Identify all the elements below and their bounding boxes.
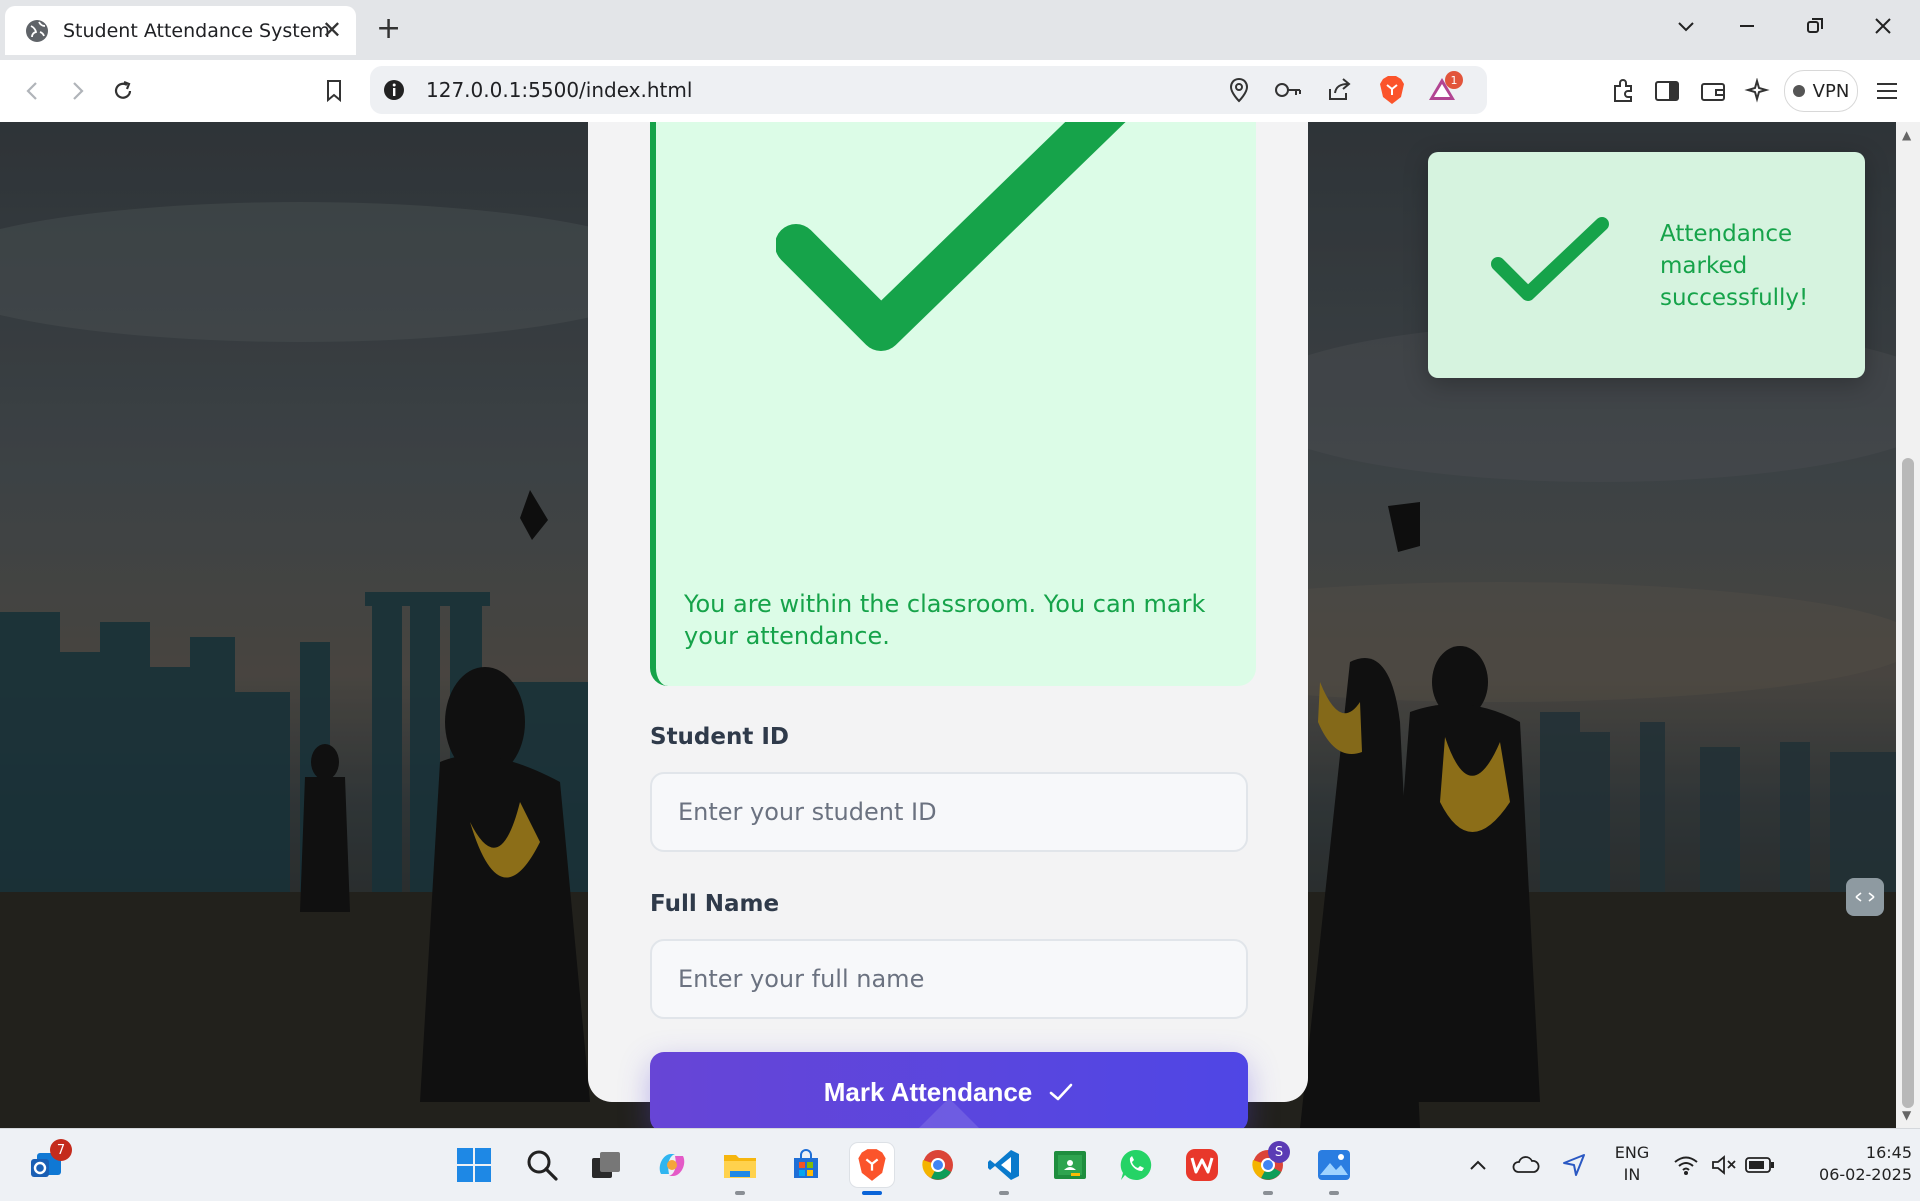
tab-search-chevron-icon[interactable] <box>1676 12 1696 48</box>
wps-office-icon[interactable] <box>1180 1143 1224 1187</box>
mark-attendance-button[interactable]: Mark Attendance <box>650 1052 1248 1128</box>
outlook-taskbar-icon[interactable]: 7 <box>24 1139 72 1187</box>
chevrons-icon <box>1855 892 1875 902</box>
running-indicator <box>735 1191 745 1195</box>
sidebar-toggle-icon[interactable] <box>1650 74 1684 108</box>
mark-attendance-label: Mark Attendance <box>823 1076 1033 1107</box>
tab-student-attendance[interactable]: Student Attendance System ✕ <box>5 6 356 55</box>
task-view-icon[interactable] <box>584 1143 628 1187</box>
address-bar[interactable]: 127.0.0.1:5500/index.html 1 <box>370 66 1487 114</box>
page-scrollbar[interactable]: ▲ ▼ <box>1896 122 1920 1128</box>
active-indicator <box>862 1191 882 1195</box>
rewards-badge: 1 <box>1445 71 1463 89</box>
full-name-label: Full Name <box>650 891 780 917</box>
brave-shields-icon[interactable] <box>1379 75 1405 109</box>
clock-time: 16:45 <box>1865 1143 1912 1162</box>
google-classroom-icon[interactable] <box>1048 1143 1092 1187</box>
chrome-profile-taskbar-icon[interactable]: S <box>1246 1141 1290 1195</box>
close-window-icon[interactable] <box>1873 12 1893 48</box>
browser-toolbar: 127.0.0.1:5500/index.html 1 VPN <box>0 60 1920 123</box>
browser-tab-strip: Student Attendance System ✕ + <box>0 0 1920 60</box>
key-icon[interactable] <box>1274 79 1302 105</box>
file-explorer-icon[interactable] <box>718 1143 762 1195</box>
attendance-card: You are within the classroom. You can ma… <box>588 122 1308 1128</box>
student-id-input[interactable] <box>650 772 1248 852</box>
location-success-alert: You are within the classroom. You can ma… <box>650 122 1256 686</box>
clock[interactable]: 16:45 06-02-2025 <box>1786 1142 1912 1186</box>
close-tab-icon[interactable]: ✕ <box>322 16 342 44</box>
back-icon[interactable] <box>16 74 50 108</box>
tab-title: Student Attendance System <box>63 20 330 42</box>
language-indicator[interactable]: ENG IN <box>1604 1142 1660 1186</box>
outlook-badge: 7 <box>50 1139 72 1161</box>
minimize-icon[interactable] <box>1737 12 1757 48</box>
clock-date: 06-02-2025 <box>1819 1165 1912 1184</box>
running-indicator <box>1263 1191 1273 1195</box>
start-button[interactable] <box>452 1143 496 1187</box>
location-pin-icon[interactable] <box>1228 77 1250 107</box>
full-name-input[interactable] <box>650 939 1248 1019</box>
reload-icon[interactable] <box>106 74 140 108</box>
restore-icon[interactable] <box>1805 12 1825 48</box>
copilot-icon[interactable] <box>650 1143 694 1187</box>
menu-icon[interactable] <box>1870 74 1904 108</box>
floating-widget-button[interactable] <box>1846 878 1884 916</box>
bookmark-icon[interactable] <box>317 74 351 108</box>
windows-taskbar: 7 S ENG IN 16:45 06-02-2025 <box>0 1128 1920 1201</box>
checkmark-icon <box>1491 217 1609 301</box>
globe-icon <box>26 20 48 42</box>
scroll-up-icon[interactable]: ▲ <box>1902 128 1911 142</box>
new-tab-icon[interactable]: + <box>376 12 401 46</box>
page-viewport: You are within the classroom. You can ma… <box>0 122 1896 1128</box>
microsoft-store-icon[interactable] <box>784 1143 828 1187</box>
battery-icon[interactable] <box>1738 1143 1782 1187</box>
running-indicator <box>1329 1191 1339 1195</box>
share-icon[interactable] <box>1326 77 1352 107</box>
toast-message: Attendance marked successfully! <box>1660 221 1809 311</box>
forward-icon[interactable] <box>60 74 94 108</box>
onedrive-icon[interactable] <box>1504 1143 1548 1187</box>
vscode-taskbar-icon[interactable] <box>982 1143 1026 1195</box>
brave-taskbar-icon[interactable] <box>850 1143 894 1195</box>
wallet-icon[interactable] <box>1696 74 1730 108</box>
whatsapp-icon[interactable] <box>1114 1143 1158 1187</box>
url-text: 127.0.0.1:5500/index.html <box>426 78 693 102</box>
extensions-icon[interactable] <box>1606 74 1640 108</box>
success-toast: Attendance marked successfully! <box>1428 152 1865 378</box>
running-indicator <box>999 1191 1009 1195</box>
vpn-label: VPN <box>1812 80 1850 102</box>
location-status-text: You are within the classroom. You can ma… <box>684 590 1206 650</box>
checkmark-icon <box>776 122 1126 351</box>
site-info-icon[interactable] <box>382 78 406 106</box>
scroll-down-icon[interactable]: ▼ <box>1902 1108 1911 1122</box>
vpn-status-icon <box>1792 85 1805 97</box>
show-hidden-icons-chevron-icon[interactable] <box>1456 1143 1500 1187</box>
scroll-thumb[interactable] <box>1902 458 1914 1108</box>
search-taskbar-icon[interactable] <box>520 1143 564 1187</box>
windows-logo-icon <box>457 1148 491 1182</box>
chrome-taskbar-icon[interactable] <box>916 1143 960 1187</box>
brave-rewards-icon[interactable]: 1 <box>1427 71 1463 107</box>
chrome-profile-badge: S <box>1268 1141 1290 1163</box>
student-id-label: Student ID <box>650 724 790 750</box>
language-code: ENG <box>1614 1143 1650 1162</box>
check-icon <box>1049 1083 1073 1101</box>
photos-taskbar-icon[interactable] <box>1312 1143 1356 1195</box>
leo-ai-icon[interactable] <box>1740 74 1774 108</box>
vpn-button[interactable]: VPN <box>1784 70 1858 112</box>
region-code: IN <box>1623 1165 1641 1184</box>
location-arrow-icon[interactable] <box>1552 1143 1596 1187</box>
